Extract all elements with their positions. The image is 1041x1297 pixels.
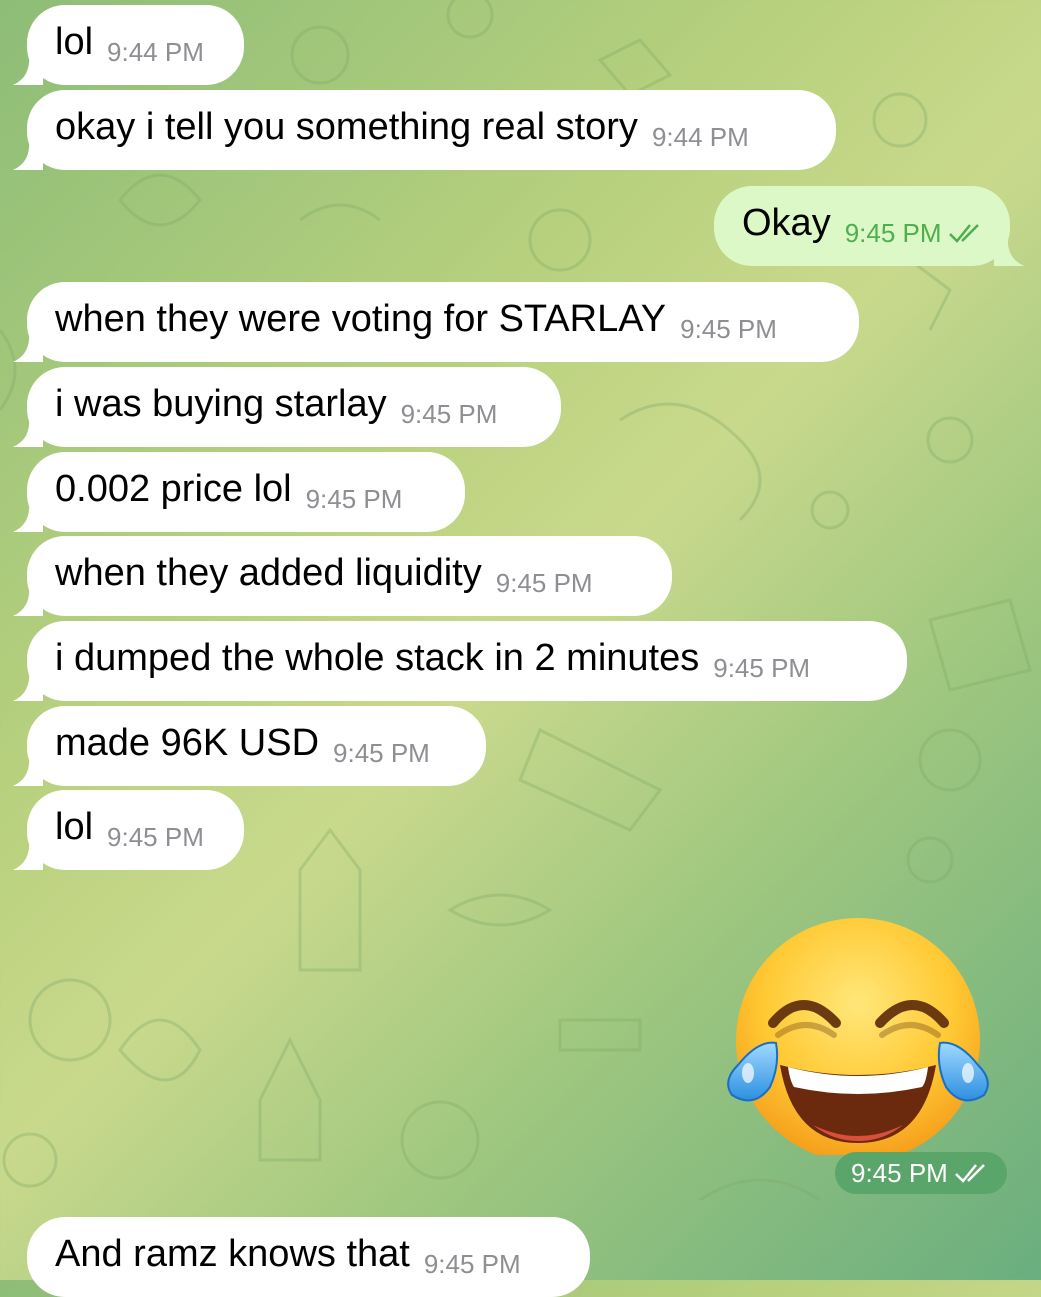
bubble-tail [13, 55, 43, 85]
bubble-tail [13, 502, 43, 532]
message-time: 9:45 PM [851, 1157, 948, 1188]
message-time: 9:44 PM [651, 121, 749, 152]
emoji-message-time: 9:45 PM [835, 1152, 1007, 1194]
incoming-message[interactable]: lol 9:44 PM [13, 5, 244, 85]
incoming-message[interactable]: when they added liquidity 9:45 PM [13, 536, 672, 616]
message-text: Okay [742, 202, 831, 244]
message-text: And ramz knows that [55, 1233, 410, 1275]
message-time: 9:45 PM [844, 217, 942, 248]
message-text: made 96K USD [55, 722, 320, 764]
message-text: i dumped the whole stack in 2 minutes [55, 637, 700, 679]
double-check-icon [954, 1164, 985, 1183]
message-time: 9:45 PM [423, 1248, 521, 1279]
message-time: 9:45 PM [400, 398, 498, 429]
message-time: 9:45 PM [680, 313, 777, 344]
message-time: 9:45 PM [305, 483, 403, 514]
message-time: 9:45 PM [333, 737, 430, 768]
message-time: 9:45 PM [713, 652, 811, 683]
incoming-message[interactable]: okay i tell you something real story 9:4… [13, 90, 836, 170]
message-text: 0.002 price lol [55, 468, 292, 510]
message-time: 9:45 PM [495, 567, 593, 598]
incoming-message[interactable]: made 96K USD 9:45 PM [13, 706, 486, 786]
outgoing-message[interactable]: Okay 9:45 PM [714, 186, 1024, 266]
message-time: 9:44 PM [107, 36, 204, 67]
message-text: lol [55, 806, 94, 848]
bubble-tail [13, 140, 43, 170]
incoming-message[interactable]: i dumped the whole stack in 2 minutes 9:… [13, 621, 907, 701]
double-check-icon [948, 224, 979, 243]
bubble-tail [13, 586, 43, 616]
incoming-message[interactable]: lol 9:45 PM [13, 790, 244, 870]
message-text: lol [55, 21, 94, 63]
incoming-message[interactable]: And ramz knows that 9:45 PM [27, 1217, 590, 1297]
incoming-message[interactable]: when they were voting for STARLAY 9:45 P… [13, 282, 859, 362]
message-time: 9:45 PM [107, 821, 204, 852]
incoming-message[interactable]: 0.002 price lol 9:45 PM [13, 452, 465, 532]
message-text: okay i tell you something real story [55, 106, 638, 148]
bubble-tail [13, 756, 43, 786]
bubble-tail [994, 236, 1024, 266]
bubble-tail [13, 332, 43, 362]
face-with-tears-of-joy-icon [727, 918, 989, 1162]
bubble-tail [13, 417, 43, 447]
bubble-tail [13, 840, 43, 870]
message-text: when they added liquidity [55, 552, 482, 594]
bubble-tail [13, 671, 43, 701]
message-text: i was buying starlay [55, 383, 387, 425]
message-text: when they were voting for STARLAY [55, 298, 667, 340]
incoming-message[interactable]: i was buying starlay 9:45 PM [13, 367, 561, 447]
emoji-message[interactable] [718, 915, 998, 1162]
